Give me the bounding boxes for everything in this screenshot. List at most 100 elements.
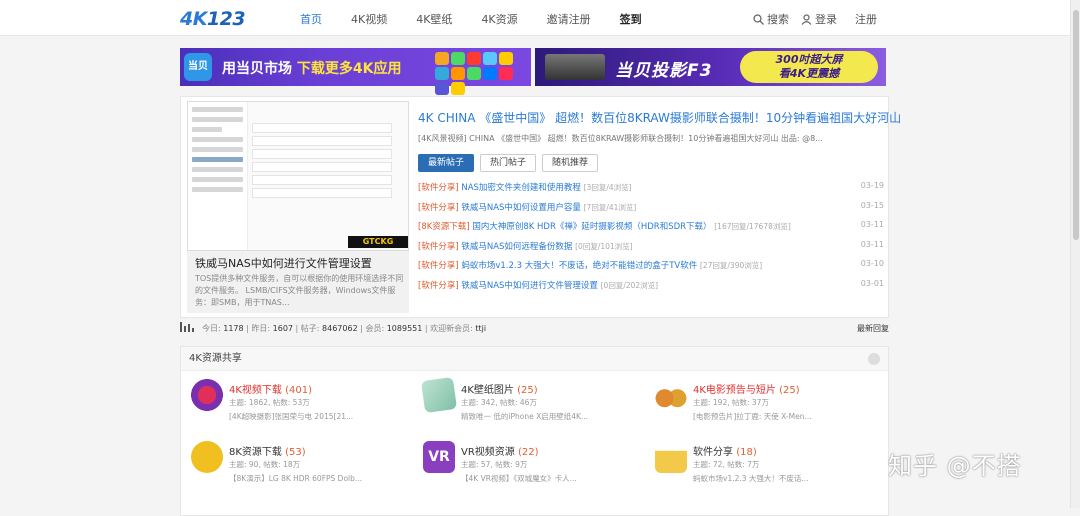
banner-dangbei-projector[interactable]: 当贝投影F3 300吋超大屏 看4K更震撼 xyxy=(535,48,886,86)
stats-bar: 今日: 1178 | 昨日: 1607 | 帖子: 8467062 | 会员: … xyxy=(180,320,889,336)
forum-last-post[interactable]: [4K超映摄影]张国荣与电 2015[21... xyxy=(229,411,409,422)
forum-name[interactable]: 软件分享 (18) xyxy=(693,443,757,458)
stats-newest-member[interactable]: ttji xyxy=(475,324,486,333)
register-link[interactable]: 注册 xyxy=(855,11,877,27)
search-link[interactable]: 搜索 xyxy=(753,11,789,27)
thread-category[interactable]: [8K资源下载] xyxy=(418,222,470,232)
forum-cell[interactable]: VR VR视频资源 (22) 主题: 57, 帖数: 9万 【4K VR视频】《… xyxy=(417,439,647,495)
tab-hot[interactable]: 热门帖子 xyxy=(480,154,537,172)
login-link[interactable]: 登录 xyxy=(801,11,837,27)
forum-last-post[interactable]: [电影预告片]拉丁鹿: 天使 X-Men... xyxy=(693,411,873,422)
thread-row[interactable]: [软件分享] 铁威马NAS中如何进行文件管理设置 [0回复/202浏览] 03-0… xyxy=(418,279,884,299)
forum-name[interactable]: 4K电影预告与短片 (25) xyxy=(693,381,800,396)
forum-count: (53) xyxy=(285,447,306,458)
thread-title[interactable]: 铁威马NAS中如何设置用户容量 xyxy=(461,203,581,213)
forum-stats: 主题: 57, 帖数: 9万 xyxy=(461,460,528,469)
forum-cell[interactable]: 4K壁纸图片 (25) 主题: 342, 帖数: 46万 精致唯一 低的iPho… xyxy=(417,376,647,433)
forum-count: (401) xyxy=(285,385,312,396)
featured-card[interactable]: GTCKG 铁威马NAS中如何进行文件管理设置 TOS提供多种文件服务，自可以根… xyxy=(187,101,409,313)
page-scrollbar[interactable] xyxy=(1070,0,1080,508)
thread-category[interactable]: [软件分享] xyxy=(418,261,459,271)
thread-row[interactable]: [软件分享] 蚂蚁市场v1.2.3 大强大！不废话，绝对不能错过的盒子TV软件 … xyxy=(418,259,884,279)
logo-text-a: 4K xyxy=(180,8,207,30)
forum-name-text: 8K资源下载 xyxy=(229,447,282,458)
thread-meta: [167回复/17678浏览] xyxy=(714,222,791,231)
forum-4k-video-icon xyxy=(191,379,223,411)
forum-name-text: VR视频资源 xyxy=(461,447,515,458)
forum-trailer-icon xyxy=(655,379,687,411)
thread-title[interactable]: NAS加密文件夹创建和使用教程 xyxy=(461,183,581,193)
banner-right-pill: 300吋超大屏 看4K更震撼 xyxy=(740,51,878,83)
forum-last-post[interactable]: 精致唯一 低的iPhone X启用壁纸4K... xyxy=(461,411,641,422)
thread-title[interactable]: 国内大神原创8K HDR《禅》延时摄影视频（HDR和SDR下载） xyxy=(472,222,711,232)
banner-left-text: 用当贝市场 下载更多4K应用 xyxy=(222,58,401,78)
latest-replies-link[interactable]: 最新回复 xyxy=(857,323,889,334)
thread-date: 03-10 xyxy=(860,259,884,268)
login-label: 登录 xyxy=(815,13,837,26)
thread-category[interactable]: [软件分享] xyxy=(418,242,459,252)
zhihu-watermark: 知乎 @不搭 xyxy=(888,452,1022,480)
headline-title[interactable]: 4K CHINA 《盛世中国》 超燃！数百位8KRAW摄影师联合摄制！10分钟看… xyxy=(418,109,901,126)
thread-date: 03-11 xyxy=(860,239,884,249)
tab-random[interactable]: 随机推荐 xyxy=(542,154,599,172)
thread-title[interactable]: 铁威马NAS中如何进行文件管理设置 xyxy=(461,281,598,291)
stats-yesterday: 1607 xyxy=(272,324,293,333)
nav-4k-video[interactable]: 4K视频 xyxy=(351,11,387,27)
thread-meta: [7回复/41浏览] xyxy=(583,202,637,212)
forum-last-post[interactable]: 【8K演示】LG 8K HDR 60FPS Dolb... xyxy=(229,473,409,484)
banner-dangbei-market[interactable]: 当贝 用当贝市场 下载更多4K应用 xyxy=(180,48,531,95)
forum-cell[interactable]: 8K资源下载 (53) 主题: 90, 帖数: 18万 【8K演示】LG 8K … xyxy=(185,439,415,495)
thread-row[interactable]: [8K资源下载] 国内大神原创8K HDR《禅》延时摄影视频（HDR和SDR下载… xyxy=(418,220,884,240)
forum-last-post[interactable]: 【4K VR视频】《双城魔女》卡人... xyxy=(461,473,641,484)
thread-title[interactable]: 铁威马NAS如何远程备份数据 xyxy=(461,242,572,252)
thread-date: 03-01 xyxy=(860,278,884,288)
nav-checkin[interactable]: 签到 xyxy=(620,11,642,27)
logo-text-b: 123 xyxy=(206,8,246,30)
forum-wallpaper-icon xyxy=(420,376,458,414)
app-icons-decoration xyxy=(435,52,525,95)
forum-last-post[interactable]: 蚂蚁市场v1.2.3 大强大！不废话... xyxy=(693,473,873,484)
nav-invite-register[interactable]: 邀请注册 xyxy=(547,11,591,27)
featured-title[interactable]: 铁威马NAS中如何进行文件管理设置 xyxy=(195,255,372,271)
nav-4k-resource[interactable]: 4K资源 xyxy=(481,11,517,27)
forum-name-text: 4K视频下载 xyxy=(229,385,282,396)
scrollbar-thumb[interactable] xyxy=(1073,10,1079,240)
thread-row[interactable]: [软件分享] 铁威马NAS如何远程备份数据 [0回复/101浏览] 03-11 xyxy=(418,240,884,260)
site-logo[interactable]: 4K123 xyxy=(180,8,246,30)
thread-meta: [27回复/390浏览] xyxy=(699,261,763,270)
featured-thumbnail: GTCKG xyxy=(187,101,409,251)
thread-date: 03-19 xyxy=(860,181,884,190)
thread-meta: [0回复/101浏览] xyxy=(575,241,633,251)
main-nav: 首页 4K视频 4K壁纸 4K资源 邀请注册 签到 xyxy=(300,11,671,27)
thread-row[interactable]: [软件分享] NAS加密文件夹创建和使用教程 [3回复/4浏览] 03-19 xyxy=(418,181,884,201)
featured-desc: TOS提供多种文件服务，自可以根据你的使用环境选择不同的文件服务。 LSMB/C… xyxy=(195,274,404,307)
thread-category[interactable]: [软件分享] xyxy=(418,281,459,291)
forum-cell[interactable]: 软件分享 (18) 主题: 72, 帖数: 7万 蚂蚁市场v1.2.3 大强大！… xyxy=(649,439,879,495)
forum-name[interactable]: 4K壁纸图片 (25) xyxy=(461,381,538,396)
forum-name-text: 4K壁纸图片 xyxy=(461,385,514,396)
forum-section-header: 4K资源共享 xyxy=(181,347,888,371)
stats-welcome-label: 欢迎新会员: xyxy=(430,324,473,333)
thread-title[interactable]: 蚂蚁市场v1.2.3 大强大！不废话，绝对不能错过的盒子TV软件 xyxy=(461,261,697,271)
forum-count: (18) xyxy=(736,447,757,458)
forum-cell[interactable]: 4K电影预告与短片 (25) 主题: 192, 帖数: 37万 [电影预告片]拉… xyxy=(649,377,879,433)
thumb-panel xyxy=(252,114,392,201)
stats-members-label: 会员: xyxy=(365,324,385,333)
forum-name-text: 软件分享 xyxy=(693,447,733,458)
collapse-icon[interactable] xyxy=(868,353,880,365)
nav-4k-wallpaper[interactable]: 4K壁纸 xyxy=(416,11,452,27)
thread-category[interactable]: [软件分享] xyxy=(418,183,459,193)
nav-home[interactable]: 首页 xyxy=(300,11,322,27)
tab-latest[interactable]: 最新帖子 xyxy=(418,154,475,172)
forum-stats: 主题: 192, 帖数: 37万 xyxy=(693,398,769,407)
forum-name[interactable]: 8K资源下载 (53) xyxy=(229,443,306,458)
stats-posts-label: 帖子: xyxy=(300,324,320,333)
forum-cell[interactable]: 4K视频下载 (401) 主题: 1862, 帖数: 53万 [4K超映摄影]张… xyxy=(185,377,415,433)
thumb-brand: GTCKG xyxy=(348,236,408,248)
forum-name[interactable]: VR视频资源 (22) xyxy=(461,443,539,458)
thread-category[interactable]: [软件分享] xyxy=(418,203,459,213)
search-icon xyxy=(753,14,764,25)
forum-name[interactable]: 4K视频下载 (401) xyxy=(229,381,312,396)
thread-row[interactable]: [软件分享] 铁威马NAS中如何设置用户容量 [7回复/41浏览] 03-15 xyxy=(418,201,884,221)
stats-yesterday-label: 昨日: xyxy=(251,324,271,333)
